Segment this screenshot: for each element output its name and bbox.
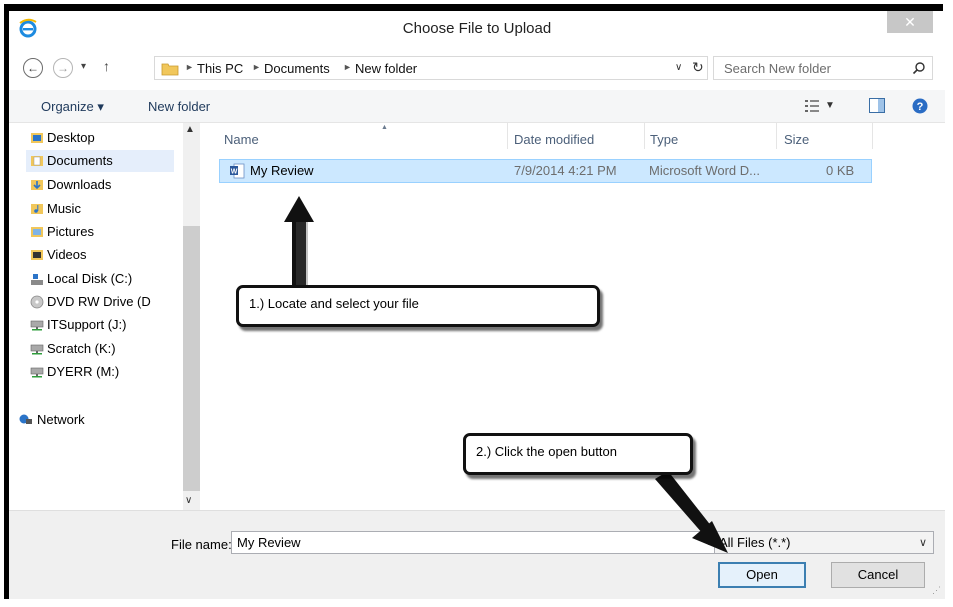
sort-ascending-icon: ▲	[381, 124, 388, 131]
nav-item-dyerr[interactable]: DYERR (M:)	[47, 361, 197, 383]
scroll-down-icon[interactable]: ∨	[185, 495, 192, 506]
column-header-size[interactable]: Size	[784, 132, 809, 147]
nav-item-label: Videos	[47, 247, 87, 262]
nav-item-itsupport[interactable]: ITSupport (J:)	[47, 314, 197, 336]
column-divider	[872, 123, 873, 149]
desktop-folder-icon	[31, 133, 43, 143]
nav-item-music[interactable]: Music	[47, 198, 197, 220]
callout-click-open: 2.) Click the open button	[463, 433, 693, 475]
search-input[interactable]: Search New folder	[713, 56, 933, 80]
nav-item-label: DVD RW Drive (D	[47, 294, 151, 309]
nav-item-network[interactable]: Network	[37, 409, 187, 431]
column-header-type[interactable]: Type	[650, 132, 678, 147]
close-button[interactable]: ✕	[887, 11, 933, 33]
file-name: My Review	[250, 163, 314, 178]
back-button[interactable]: ←	[23, 58, 43, 78]
column-divider	[644, 123, 645, 149]
breadcrumb-separator-icon: ►	[252, 62, 261, 72]
scroll-up-icon[interactable]: ▲	[185, 124, 195, 135]
new-folder-button[interactable]: New folder	[148, 99, 210, 114]
breadcrumb-separator-icon: ►	[343, 62, 352, 72]
svg-text:?: ?	[917, 101, 924, 113]
nav-item-documents[interactable]: Documents	[26, 150, 174, 172]
column-header-name[interactable]: Name	[224, 132, 259, 147]
dvd-drive-icon	[30, 295, 44, 309]
nav-item-label: Pictures	[47, 224, 94, 239]
file-row[interactable]: W My Review 7/9/2014 4:21 PM Microsoft W…	[219, 159, 872, 183]
folder-icon	[161, 63, 179, 76]
nav-item-label: ITSupport (J:)	[47, 317, 127, 332]
pictures-folder-icon	[31, 227, 43, 237]
address-bar[interactable]: ► This PC ► Documents ► New folder ∨ ↻	[154, 56, 708, 80]
network-drive-icon	[30, 320, 44, 331]
nav-item-dvd-drive[interactable]: DVD RW Drive (D	[47, 291, 187, 313]
column-header-date-modified[interactable]: Date modified	[514, 132, 594, 147]
callout-locate-file: 1.) Locate and select your file	[236, 285, 600, 327]
recent-locations-dropdown[interactable]: ▾	[81, 61, 86, 72]
videos-folder-icon	[31, 250, 43, 260]
local-disk-icon	[31, 274, 43, 285]
network-drive-icon	[30, 367, 44, 378]
nav-item-label: Network	[37, 412, 85, 427]
nav-item-label: Downloads	[47, 177, 112, 192]
view-dropdown-icon[interactable]: ▼	[825, 100, 835, 111]
resize-grip-icon[interactable]: ⋰	[932, 585, 941, 596]
help-icon[interactable]: ?	[912, 98, 928, 114]
refresh-icon[interactable]: ↻	[692, 59, 704, 76]
breadcrumb-documents[interactable]: Documents	[264, 61, 330, 76]
file-date-modified: 7/9/2014 4:21 PM	[514, 163, 617, 178]
open-button[interactable]: Open	[718, 562, 806, 588]
forward-button[interactable]: →	[53, 58, 73, 78]
network-drive-icon	[30, 344, 44, 355]
file-size: 0 KB	[826, 163, 855, 178]
svg-text:W: W	[231, 169, 238, 176]
nav-item-pictures[interactable]: Pictures	[47, 221, 197, 243]
breadcrumb-this-pc[interactable]: This PC	[197, 61, 243, 76]
file-type-filter-select[interactable]: All Files (*.*) ∨	[714, 531, 934, 554]
command-toolbar: Organize ▾ New folder ▼ ?	[9, 90, 945, 123]
view-options-icon[interactable]	[805, 100, 819, 112]
music-folder-icon	[31, 204, 43, 214]
organize-button[interactable]: Organize ▾	[41, 99, 104, 115]
navigation-pane: Desktop Documents Downloads Music Pictur…	[9, 123, 199, 510]
nav-item-desktop[interactable]: Desktop	[47, 127, 197, 149]
up-button[interactable]: ↑	[103, 58, 110, 74]
cancel-button[interactable]: Cancel	[831, 562, 925, 588]
nav-item-downloads[interactable]: Downloads	[47, 174, 197, 196]
downloads-folder-icon	[31, 180, 43, 190]
documents-folder-icon	[31, 156, 43, 166]
word-document-icon: W	[230, 163, 245, 179]
window-title: Choose File to Upload	[402, 20, 552, 37]
nav-item-label: Documents	[47, 153, 113, 168]
file-type-filter-value: All Files (*.*)	[719, 535, 791, 550]
breadcrumb-new-folder[interactable]: New folder	[355, 61, 417, 76]
address-history-dropdown[interactable]: ∨	[675, 62, 682, 73]
breadcrumb-separator-icon: ►	[185, 62, 194, 72]
nav-item-local-disk[interactable]: Local Disk (C:)	[47, 268, 197, 290]
address-row: ← → ▾ ↑ ► This PC ► Documents ► New fold…	[9, 52, 945, 84]
column-divider	[507, 123, 508, 149]
nav-item-label: Desktop	[47, 130, 95, 145]
file-name-value: My Review	[237, 535, 301, 550]
nav-scrollbar-thumb[interactable]	[183, 226, 200, 491]
nav-item-label: Scratch (K:)	[47, 341, 116, 356]
network-icon	[19, 414, 32, 424]
search-placeholder: Search New folder	[724, 61, 831, 76]
preview-pane-icon[interactable]	[869, 98, 885, 113]
file-name-input[interactable]: My Review ∨	[231, 531, 719, 554]
column-divider	[776, 123, 777, 149]
search-icon[interactable]	[912, 61, 926, 75]
file-name-label: File name:	[171, 537, 232, 552]
title-bar: Choose File to Upload ✕	[9, 11, 945, 45]
nav-item-videos[interactable]: Videos	[47, 244, 197, 266]
dialog-footer: File name: My Review ∨ All Files (*.*) ∨…	[9, 510, 945, 599]
nav-item-label: DYERR (M:)	[47, 364, 120, 379]
chevron-down-icon[interactable]: ∨	[705, 535, 713, 548]
nav-item-scratch[interactable]: Scratch (K:)	[47, 338, 197, 360]
nav-item-label: Music	[47, 201, 81, 216]
chevron-down-icon[interactable]: ∨	[919, 536, 927, 549]
nav-item-label: Local Disk (C:)	[47, 271, 133, 286]
file-type: Microsoft Word D...	[649, 163, 761, 178]
